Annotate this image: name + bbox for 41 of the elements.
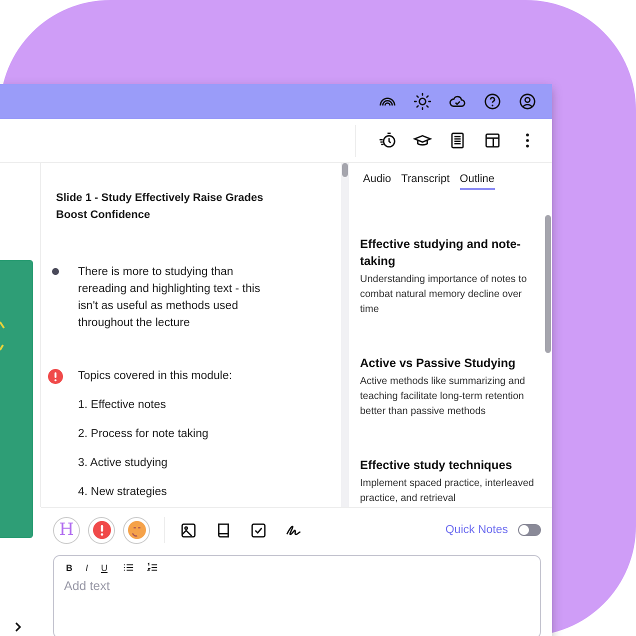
thinking-button[interactable] xyxy=(123,516,150,544)
outline-heading: Effective study techniques xyxy=(360,457,514,474)
tab[interactable]: Outline xyxy=(460,173,494,190)
tab[interactable]: Audio xyxy=(363,173,392,190)
quick-notes-label: Quick Notes xyxy=(445,524,508,536)
checkbox-icon[interactable] xyxy=(249,520,268,540)
user-icon[interactable] xyxy=(518,92,537,111)
scrollbar-thumb[interactable] xyxy=(342,163,348,177)
timer-icon[interactable] xyxy=(378,131,397,150)
outline-summary: Active methods like summarizing and teaching facilitate long-term retention better than passive methods xyxy=(360,375,526,419)
outline-heading: Effective studying and note-taking xyxy=(360,236,522,270)
image-icon[interactable] xyxy=(179,520,198,540)
help-icon[interactable] xyxy=(483,92,502,111)
format-button[interactable]: I xyxy=(84,562,90,572)
sun-icon[interactable] xyxy=(413,92,432,111)
document-icon[interactable] xyxy=(448,131,467,150)
alert-icon xyxy=(92,521,110,539)
outline-heading: Active vs Passive Studying xyxy=(360,355,516,372)
bullet-list-icon[interactable] xyxy=(122,562,134,573)
quick-notes-toggle[interactable] xyxy=(518,524,541,536)
alert-icon xyxy=(48,369,63,384)
alert-button[interactable] xyxy=(88,516,115,544)
slide-title: Slide 1 - Study Effectively Raise Grades Boost Confidence xyxy=(56,191,264,223)
slide-thumbnail[interactable] xyxy=(0,260,33,538)
note-editor[interactable]: B I U Add text xyxy=(53,555,541,636)
format-button[interactable]: B xyxy=(64,562,74,572)
outline-summary: Implement spaced practice, interleaved practice, and retrieval xyxy=(360,477,534,506)
note-text: Topics covered in this module: xyxy=(78,369,234,384)
tab[interactable]: Transcript xyxy=(401,173,450,190)
note-list-item: 3. Active studying xyxy=(78,456,168,471)
outline-summary: Understanding importance of notes to combat natural memory decline over time xyxy=(360,273,528,317)
scrollbar-thumb[interactable] xyxy=(545,215,551,353)
thinking-face-icon xyxy=(128,521,146,539)
note-list-item: 4. New strategies xyxy=(78,485,168,500)
note-list-item: 2. Process for note taking xyxy=(78,427,210,442)
numbered-list-icon[interactable] xyxy=(146,562,158,573)
note-list-item: 1. Effective notes xyxy=(78,398,168,413)
layout-icon[interactable] xyxy=(483,131,502,150)
format-button[interactable]: U xyxy=(99,562,110,572)
bullet-icon xyxy=(52,268,59,275)
note-text: There is more to studying than rereading and highlighting text - this isn't as useful as methods used throughout the lecture xyxy=(78,265,262,331)
